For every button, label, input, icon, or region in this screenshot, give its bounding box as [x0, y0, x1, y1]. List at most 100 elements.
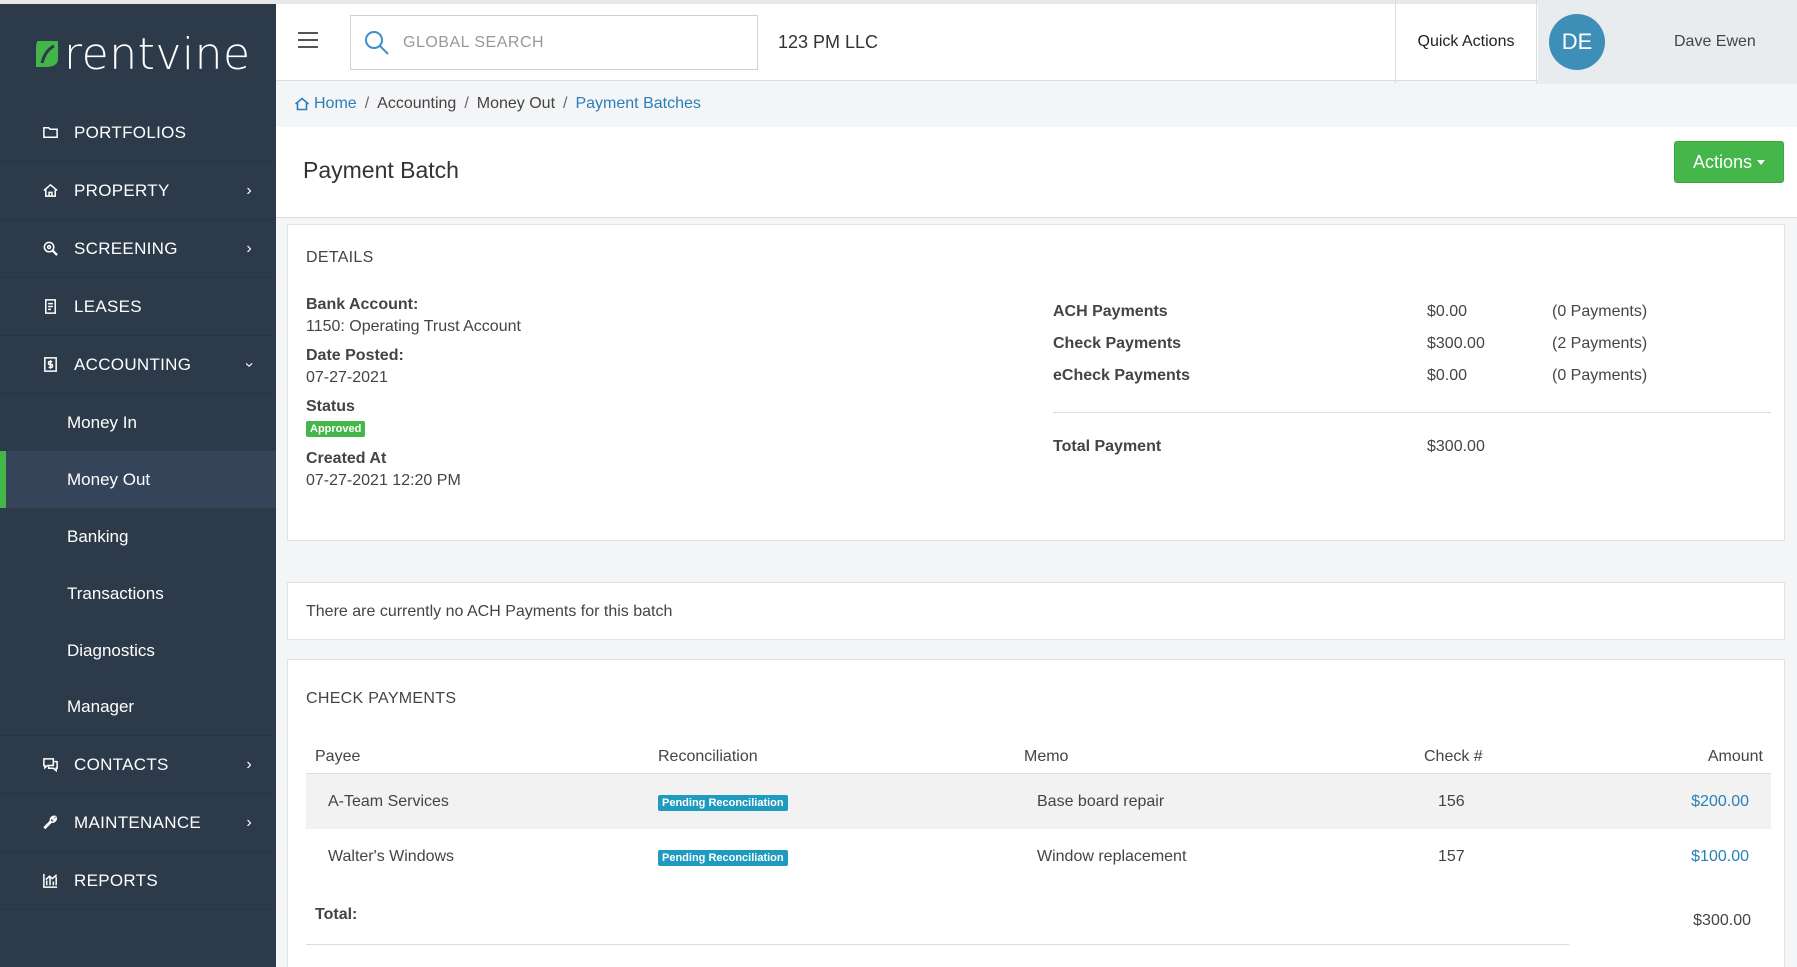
sidebar-subitem-money-in[interactable]: Money In	[0, 394, 276, 451]
sidebar-item-label: SCREENING	[74, 238, 178, 258]
header-reconciliation[interactable]: Reconciliation	[658, 748, 1024, 766]
document-icon	[40, 297, 60, 317]
actions-label: Actions	[1692, 151, 1753, 172]
summary-row-echeck: eCheck Payments $0.00 (0 Payments)	[1053, 367, 1648, 384]
quick-actions-button[interactable]: Quick Actions	[1395, 0, 1537, 84]
sidebar-item-label: PROPERTY	[74, 180, 170, 200]
brand-logo[interactable]: rentvine	[0, 4, 276, 104]
payee-cell: Walter's Windows	[328, 847, 455, 865]
sidebar-subitem-transactions[interactable]: Transactions	[0, 565, 276, 622]
breadcrumb: Home / Accounting / Money Out / Payment …	[294, 95, 701, 113]
check-payments-title: CHECK PAYMENTS	[306, 690, 457, 707]
sidebar-item-leases[interactable]: LEASES	[0, 278, 276, 336]
chevron-down-icon: ›	[241, 361, 259, 368]
header-check-number[interactable]: Check #	[1424, 748, 1564, 766]
created-at-label: Created At	[306, 450, 387, 467]
leaf-logo-icon	[36, 41, 58, 67]
total-value: $300.00	[1693, 912, 1751, 929]
summary-row-check: Check Payments $300.00 (2 Payments)	[1053, 335, 1648, 352]
brand-name: rentvine	[64, 28, 251, 80]
global-search[interactable]	[350, 15, 758, 70]
home-icon	[40, 181, 60, 201]
details-fields: Bank Account: 1150: Operating Trust Acco…	[306, 296, 521, 501]
sidebar-item-property[interactable]: PROPERTY ›	[0, 162, 276, 220]
summary-divider	[1053, 412, 1771, 413]
sidebar-item-label: REPORTS	[74, 870, 158, 890]
chat-icon	[40, 755, 60, 775]
header-amount[interactable]: Amount	[1564, 748, 1771, 766]
search-zoom-icon	[40, 239, 60, 259]
sidebar-subitem-manager[interactable]: Manager	[0, 679, 276, 736]
folder-icon	[40, 123, 60, 143]
top-bar: 123 PM LLC Quick Actions DE Dave Ewen	[276, 0, 1797, 84]
user-name[interactable]: Dave Ewen	[1674, 33, 1756, 51]
sidebar-item-label: MAINTENANCE	[74, 812, 202, 832]
breadcrumb-money-out[interactable]: Money Out	[477, 95, 555, 113]
hamburger-menu-icon[interactable]	[298, 32, 318, 48]
memo-cell: Base board repair	[1037, 792, 1165, 810]
home-icon	[294, 97, 310, 111]
wrench-icon	[40, 813, 60, 833]
sidebar-subitem-money-out[interactable]: Money Out	[0, 451, 276, 508]
sidebar-item-label: CONTACTS	[74, 754, 169, 774]
breadcrumb-accounting[interactable]: Accounting	[377, 95, 456, 113]
total-label: Total:	[315, 906, 358, 923]
table-header: Payee Reconciliation Memo Check # Amount	[306, 740, 1771, 774]
status-badge: Approved	[306, 421, 366, 437]
bank-account-label: Bank Account:	[306, 296, 419, 313]
payee-cell: A-Team Services	[328, 792, 449, 810]
avatar[interactable]: DE	[1549, 14, 1605, 70]
table-bottom-divider	[306, 944, 1569, 945]
sidebar-item-contacts[interactable]: CONTACTS ›	[0, 736, 276, 794]
memo-cell: Window replacement	[1037, 847, 1187, 865]
chevron-right-icon: ›	[246, 181, 252, 199]
breadcrumb-separator: /	[563, 95, 568, 112]
payment-summary: ACH Payments $0.00 (0 Payments) Check Pa…	[1053, 296, 1771, 463]
sidebar-item-label: LEASES	[74, 296, 142, 316]
sidebar-item-portfolios[interactable]: PORTFOLIOS	[0, 104, 276, 162]
ach-payments-card: There are currently no ACH Payments for …	[287, 582, 1785, 640]
amount-link[interactable]: $200.00	[1691, 793, 1749, 810]
breadcrumb-payment-batches[interactable]: Payment Batches	[575, 95, 700, 113]
page-title: Payment Batch	[303, 157, 459, 183]
date-posted-label: Date Posted:	[306, 347, 404, 364]
table-row[interactable]: Walter's Windows Pending Reconciliation …	[306, 829, 1771, 884]
sidebar-subitem-diagnostics[interactable]: Diagnostics	[0, 622, 276, 679]
sidebar-nav: PORTFOLIOS PROPERTY › SCREENING › LEASES…	[0, 104, 276, 910]
sidebar-item-screening[interactable]: SCREENING ›	[0, 220, 276, 278]
sidebar-item-reports[interactable]: REPORTS	[0, 852, 276, 910]
check-number-cell: 156	[1438, 792, 1465, 810]
company-name[interactable]: 123 PM LLC	[778, 32, 878, 53]
header-memo[interactable]: Memo	[1024, 748, 1424, 766]
summary-row-ach: ACH Payments $0.00 (0 Payments)	[1053, 303, 1648, 320]
header-payee[interactable]: Payee	[306, 748, 658, 766]
sidebar-subitem-banking[interactable]: Banking	[0, 508, 276, 565]
check-payments-card: CHECK PAYMENTS Payee Reconciliation Memo…	[287, 659, 1785, 967]
summary-row-total: Total Payment $300.00	[1053, 438, 1485, 455]
date-posted-value: 07-27-2021	[306, 369, 388, 386]
chevron-right-icon: ›	[246, 755, 252, 773]
chart-icon	[40, 871, 60, 891]
actions-dropdown-button[interactable]: Actions	[1674, 141, 1784, 183]
sidebar-item-accounting[interactable]: ACCOUNTING ›	[0, 336, 276, 394]
table-total-row: Total: $300.00	[306, 884, 1771, 929]
table-row[interactable]: A-Team Services Pending Reconciliation B…	[306, 774, 1771, 829]
chevron-right-icon: ›	[246, 813, 252, 831]
chevron-right-icon: ›	[246, 239, 252, 257]
details-card: DETAILS Bank Account: 1150: Operating Tr…	[287, 224, 1785, 541]
amount-link[interactable]: $100.00	[1691, 848, 1749, 865]
main-content: Home / Accounting / Money Out / Payment …	[276, 81, 1797, 967]
sidebar-item-maintenance[interactable]: MAINTENANCE ›	[0, 794, 276, 852]
breadcrumb-separator: /	[364, 95, 370, 112]
sidebar: rentvine PORTFOLIOS PROPERTY › SCREENING…	[0, 0, 276, 967]
status-label: Status	[306, 398, 355, 415]
reconciliation-badge: Pending Reconciliation	[658, 794, 788, 811]
breadcrumb-home[interactable]: Home	[314, 95, 357, 113]
global-search-input[interactable]	[403, 33, 743, 52]
no-ach-message: There are currently no ACH Payments for …	[306, 603, 673, 620]
page-header: Payment Batch Actions	[276, 127, 1797, 218]
sidebar-item-label: PORTFOLIOS	[74, 122, 187, 142]
breadcrumb-separator: /	[464, 95, 469, 112]
reconciliation-badge: Pending Reconciliation	[658, 849, 788, 866]
user-menu[interactable]: DE Dave Ewen	[1538, 0, 1797, 84]
